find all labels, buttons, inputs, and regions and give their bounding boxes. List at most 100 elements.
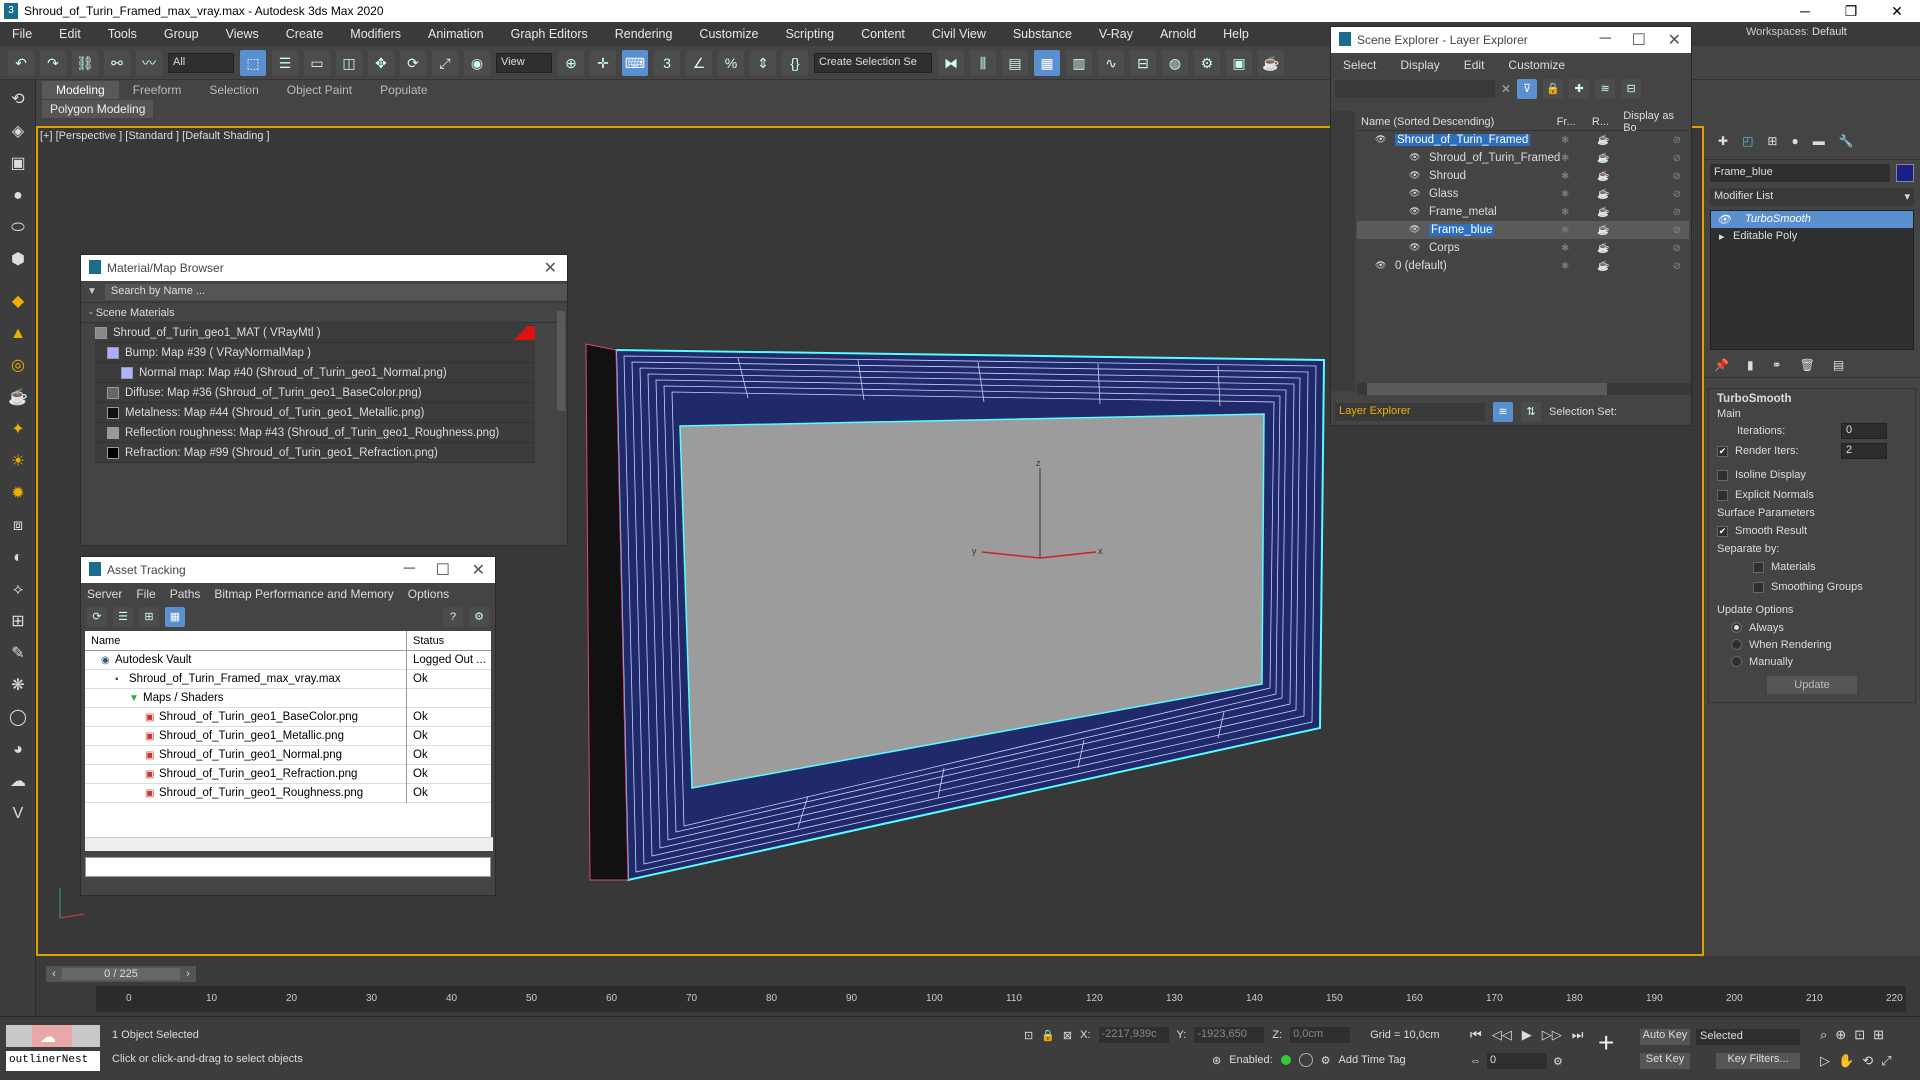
smoothing-groups-checkbox[interactable] [1753,581,1764,593]
explorer-menu-item[interactable]: Select [1343,58,1376,72]
goto-end-icon[interactable]: ⏭ [1572,1027,1584,1043]
visibility-eye-icon[interactable]: 👁 [1409,170,1420,181]
pan-icon[interactable]: ✋ [1838,1053,1854,1069]
y-coord-field[interactable]: -1923,650 [1194,1027,1265,1043]
renderable-icon[interactable]: ☕ [1597,243,1629,254]
ribbon-subpanel[interactable]: Polygon Modeling [42,100,154,118]
maxscript-listener[interactable]: ☁ [6,1025,100,1047]
curve-editor-icon[interactable]: ∿ [1098,49,1124,76]
render-icon[interactable]: ☕ [1258,49,1284,76]
layers-icon[interactable]: ≋ [1595,79,1616,99]
visibility-eye-icon[interactable]: 👁 [1409,242,1420,253]
camera-icon[interactable]: ◈ [6,120,30,144]
scene-tree-item[interactable]: 👁 Shroud ✱ ☕ ⊘ [1357,167,1689,185]
menu-content[interactable]: Content [861,27,905,41]
shape-icon[interactable]: ◐ [6,546,30,570]
explorer-h-scrollbar[interactable] [1357,383,1691,395]
list-view-icon[interactable]: ☰ [113,607,133,627]
display-box-icon[interactable]: ⊘ [1673,189,1681,200]
reference-coord-dropdown[interactable]: View [496,52,552,73]
helper-icon[interactable]: ⧈ [6,514,30,538]
schematic-view-icon[interactable]: ⊟ [1130,49,1156,76]
motion-tab-icon[interactable]: ● [1791,134,1798,151]
z-coord-field[interactable]: 0,0cm [1290,1027,1351,1043]
rendered-frame-icon[interactable]: ▣ [1226,49,1252,76]
visibility-eye-icon[interactable]: 👁 [1409,206,1420,217]
menu-arnold[interactable]: Arnold [1160,27,1196,41]
visibility-eye-icon[interactable]: 👁 [1375,260,1386,271]
asset-menu-item[interactable]: File [136,587,155,601]
scene-tree-item[interactable]: 👁 Frame_metal ✱ ☕ ⊘ [1357,203,1689,221]
freeze-icon[interactable]: ✱ [1561,225,1597,236]
visibility-eye-icon[interactable]: 👁 [1409,152,1420,163]
spotlight-icon[interactable]: ✦ [6,418,30,442]
set-key-button[interactable]: Set Key [1640,1053,1690,1069]
object-color-swatch[interactable] [1896,164,1914,182]
tree-view-icon[interactable]: ⊞ [139,607,159,627]
lock-icon[interactable]: 🔒 [1543,79,1564,99]
close-icon[interactable]: ✕ [1668,30,1681,50]
col-status[interactable]: Status [407,631,444,650]
minimize-icon[interactable]: ─ [1600,30,1611,48]
geosphere-icon[interactable]: ⬢ [6,248,30,272]
key-filters-button[interactable]: Key Filters... [1716,1053,1800,1069]
show-end-result-icon[interactable]: ▮ [1747,358,1754,373]
asset-menu-item[interactable]: Paths [170,587,201,601]
isoline-checkbox[interactable] [1717,469,1728,481]
layer-manager-icon[interactable]: ▤ [1002,49,1028,76]
render-iters-checkbox[interactable]: ✔ [1717,445,1728,457]
menu-scripting[interactable]: Scripting [785,27,834,41]
freeze-icon[interactable]: ✱ [1561,135,1597,146]
percent-snap-icon[interactable]: % [718,49,744,76]
rect-selection-icon[interactable]: ▭ [304,49,330,76]
select-manipulate-icon[interactable]: ✛ [590,49,616,76]
renderable-icon[interactable]: ☕ [1597,171,1629,182]
scene-tree-item[interactable]: 👁 Glass ✱ ☕ ⊘ [1357,185,1689,203]
table-row[interactable]: ▣ Shroud_of_Turin_geo1_Roughness.png Ok [85,783,491,803]
display-box-icon[interactable]: ⊘ [1673,225,1681,236]
menu-tools[interactable]: Tools [108,27,137,41]
material-item[interactable]: Metalness: Map #44 (Shroud_of_Turin_geo1… [95,403,535,423]
time-slider[interactable]: 0 / 225 [62,968,180,980]
cloud-icon[interactable]: ☁ [6,770,30,794]
x-coord-field[interactable]: -2217,939c [1098,1027,1169,1043]
freeze-icon[interactable]: ✱ [1561,171,1597,182]
settings-icon[interactable]: ⚙ [469,607,489,627]
mirror-icon[interactable]: ⧓ [938,49,964,76]
material-sphere-icon[interactable]: ◯ [6,706,30,730]
visibility-eye-icon[interactable]: 👁 [1409,224,1420,235]
always-radio[interactable] [1731,622,1742,633]
close-icon[interactable]: ✕ [472,560,485,580]
object-name-field[interactable]: Frame_blue [1710,164,1890,182]
scene-tree-item[interactable]: 👁 Frame_blue ✱ ☕ ⊘ [1357,221,1689,239]
maximize-icon[interactable]: ❐ [1828,0,1874,22]
display-box-icon[interactable]: ⊘ [1673,207,1681,218]
table-row[interactable]: ▼ Maps / Shaders [85,688,491,708]
scene-tree-item[interactable]: 👁 Corps ✱ ☕ ⊘ [1357,239,1689,257]
pivot-center-icon[interactable]: ⊕ [558,49,584,76]
materials-checkbox[interactable] [1753,561,1764,573]
refresh-icon[interactable]: ⟳ [87,607,107,627]
maximize-icon[interactable]: ☐ [1632,30,1646,50]
time-config-icon[interactable]: ⚙ [1553,1055,1563,1068]
new-layer-icon[interactable]: ✚ [1569,79,1590,99]
asset-menu-item[interactable]: Bitmap Performance and Memory [214,587,393,601]
scene-tree-item[interactable]: 👁 Shroud_of_Turin_Framed ✱ ☕ ⊘ [1357,131,1689,149]
teapot-icon[interactable]: ☕ [6,386,30,410]
when-rendering-radio[interactable] [1731,639,1742,650]
systems-icon[interactable]: ⊞ [6,610,30,634]
scene-explorer-icon[interactable]: ▦ [1034,49,1060,76]
expand-icon[interactable]: ▸ [1719,230,1725,243]
zoom-extents-icon[interactable]: ⊡ [1854,1027,1865,1043]
next-frame-icon[interactable]: › [180,968,196,980]
asset-path-field[interactable] [85,857,491,877]
table-row[interactable]: ▣ Shroud_of_Turin_geo1_Metallic.png Ok [85,726,491,746]
make-unique-icon[interactable]: ⚭ [1772,358,1782,373]
renderable-icon[interactable]: ☕ [1597,189,1629,200]
zoom-all-icon[interactable]: ⊕ [1835,1027,1846,1043]
sun-icon[interactable]: ✹ [6,482,30,506]
asset-h-scrollbar[interactable] [85,837,493,851]
menu-graph-editors[interactable]: Graph Editors [511,27,588,41]
filter-icon[interactable]: ⊽ [1517,79,1538,99]
set-key-plus-icon[interactable]: + [1598,1027,1614,1059]
